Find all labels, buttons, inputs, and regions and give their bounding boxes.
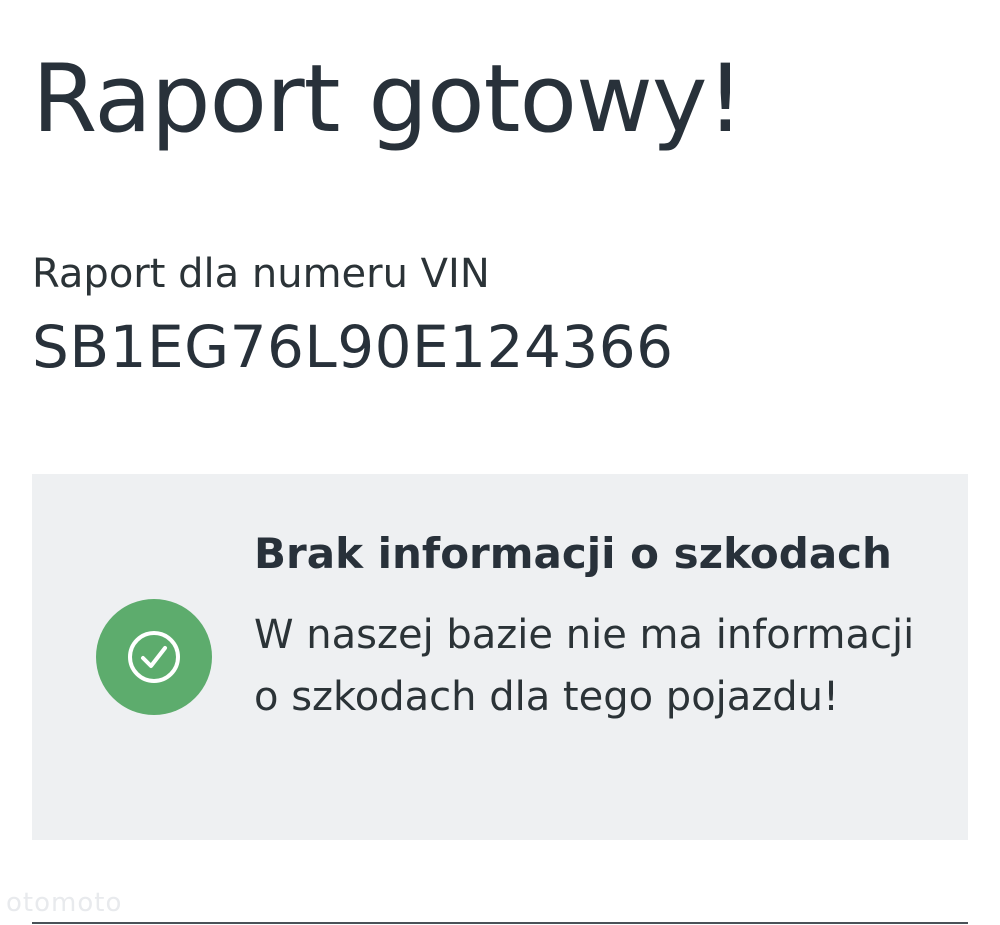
vin-label: Raport dla numeru VIN [32, 251, 490, 297]
check-circle-icon [96, 599, 212, 715]
damage-status-card: Brak informacji o szkodach W naszej bazi… [32, 474, 968, 840]
page-title: Raport gotowy! [32, 45, 744, 154]
bottom-divider [32, 922, 968, 924]
damage-status-heading: Brak informacji o szkodach [254, 529, 892, 578]
checkmark-icon [128, 631, 180, 683]
watermark-logo: otomoto [6, 888, 123, 918]
vin-number: SB1EG76L90E124366 [32, 313, 674, 381]
damage-status-description: W naszej bazie nie ma informacji o szkod… [254, 612, 915, 720]
